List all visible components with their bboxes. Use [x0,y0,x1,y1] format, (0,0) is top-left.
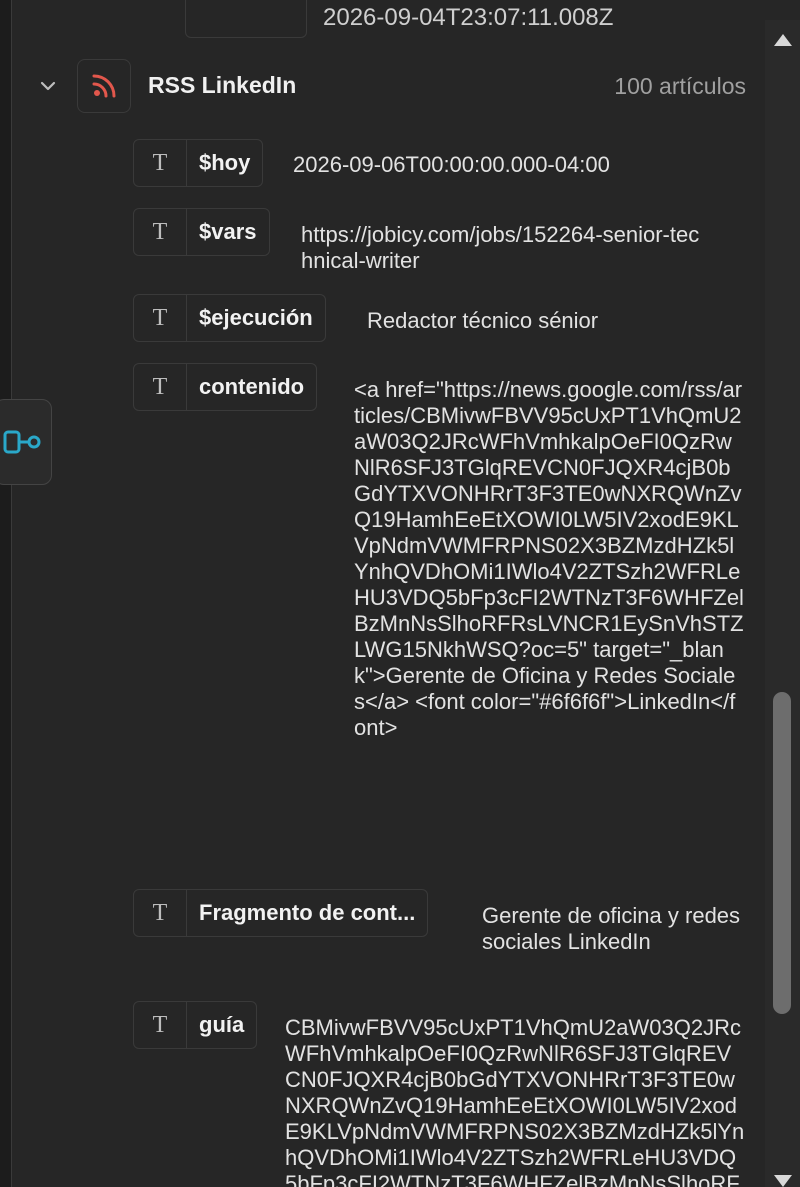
field-key-pill[interactable]: T $vars [133,208,270,256]
text-type-icon: T [134,295,187,341]
text-type-icon: T [134,209,187,255]
field-name: guía [199,1012,245,1037]
field-name: $vars [199,219,257,244]
field-name: $ejecución [199,305,313,330]
left-rail [0,0,12,1187]
field-value: Redactor técnico sénior [367,308,599,333]
workflow-node-button[interactable] [0,399,52,485]
node-title: RSS LinkedIn [148,72,297,98]
output-panel: 2026-09-04T23:07:11.008Z RSS LinkedIn 10… [0,0,800,1187]
previous-field-value: 2026-09-04T23:07:11.008Z [323,4,614,31]
rss-node-icon-box [77,59,131,113]
field-value: <a href="https://news.google.com/rss/art… [354,377,744,740]
field-value: https://jobicy.com/jobs/152264-senior-te… [301,222,700,273]
field-name: Fragmento de cont... [199,900,416,925]
field-key-pill[interactable]: T Fragmento de cont... [133,889,429,937]
field-key-pill[interactable]: T $ejecución [133,294,326,342]
caret-down-icon [773,1175,792,1187]
chevron-down-icon[interactable] [38,76,58,96]
field-key-pill[interactable]: T contenido [133,363,318,411]
text-type-icon: T [134,364,187,410]
caret-up-icon [773,34,792,46]
scroll-up-button[interactable] [768,28,797,52]
scroll-down-button[interactable] [768,1169,797,1187]
vertical-scrollbar[interactable] [765,20,800,1187]
item-count: 100 artículos [614,73,746,99]
field-name: $hoy [199,150,251,175]
field-name: contenido [199,374,305,399]
workflow-icon [3,430,41,454]
scroll-thumb[interactable] [773,692,791,1014]
field-value: CBMivwFBVV95cUxPT1VhQmU2aW03Q2JRcWFhVmhk… [285,1015,745,1187]
field-key-pill[interactable]: T $hoy [133,139,264,187]
text-type-icon: T [134,1002,187,1048]
text-type-icon: T [134,890,187,936]
field-value: 2026-09-06T00:00:00.000-04:00 [293,152,610,177]
field-value: Gerente de oficina y redes sociales Link… [482,903,741,954]
previous-field-row: 2026-09-04T23:07:11.008Z [133,0,773,38]
field-key-pill[interactable]: T guía [133,1001,258,1049]
previous-field-pill [185,0,307,38]
text-type-icon: T [134,140,187,186]
node-header[interactable]: RSS LinkedIn 100 artículos [30,58,750,114]
rss-icon [92,74,116,98]
